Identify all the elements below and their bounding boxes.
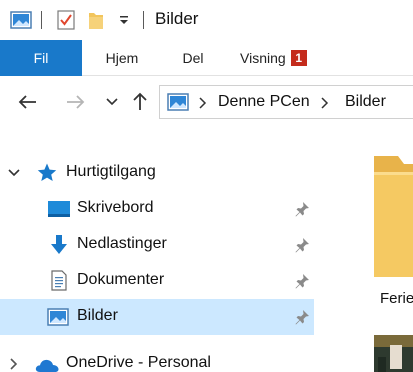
breadcrumb-chevron-right-icon[interactable] — [198, 97, 208, 109]
sidebar-item-label: Hurtigtilgang — [66, 163, 156, 180]
tab-share-label: Del — [182, 50, 204, 66]
tab-home-label: Hjem — [105, 50, 139, 66]
download-icon — [51, 235, 67, 254]
title-separator — [41, 11, 42, 29]
sidebar-item-label: Bilder — [77, 307, 118, 324]
sidebar-item-downloads[interactable]: Nedlastinger — [0, 227, 314, 263]
sidebar-item-documents[interactable]: Dokumenter — [0, 263, 314, 299]
properties-checklist-icon[interactable] — [57, 10, 75, 30]
star-icon — [37, 163, 57, 181]
file-view: Ferie — [318, 130, 413, 372]
window-title: Bilder — [155, 9, 199, 28]
folder-item[interactable] — [368, 152, 413, 312]
forward-arrow-icon[interactable] — [62, 89, 88, 115]
pictures-location-icon — [167, 93, 189, 111]
quick-access-toolbar-dropdown-icon[interactable] — [118, 14, 130, 26]
navigation-pane: Hurtigtilgang Skrivebord Nedlastinger Do… — [0, 130, 318, 372]
title-bar: Bilder — [0, 0, 413, 40]
tab-file[interactable]: Fil — [0, 40, 82, 76]
sidebar-item-label: Skrivebord — [77, 199, 154, 216]
sidebar-item-pictures[interactable]: Bilder — [0, 299, 314, 335]
pin-icon[interactable] — [293, 272, 311, 290]
tab-share[interactable]: Del — [168, 40, 218, 76]
breadcrumb-this-pc[interactable]: Denne PCen — [218, 93, 310, 111]
breadcrumb-pictures[interactable]: Bilder — [345, 93, 386, 111]
sidebar-item-quick-access[interactable]: Hurtigtilgang — [0, 155, 314, 191]
keytip-badge: 1 — [290, 50, 307, 66]
tab-home[interactable]: Hjem — [93, 40, 151, 76]
onedrive-cloud-icon — [35, 359, 59, 372]
image-thumbnail[interactable] — [374, 335, 413, 372]
desktop-icon — [48, 201, 70, 217]
sidebar-item-desktop[interactable]: Skrivebord — [0, 191, 314, 227]
title-separator — [143, 11, 144, 29]
address-bar[interactable]: Denne PCen Bilder — [159, 85, 413, 119]
new-folder-icon[interactable] — [88, 10, 104, 30]
back-arrow-icon[interactable] — [15, 89, 41, 115]
folder-icon — [374, 156, 413, 277]
ribbon-tabs: Fil Hjem Del Visning 1 — [0, 40, 413, 76]
folder-name[interactable]: Ferie — [380, 290, 413, 307]
document-icon — [51, 270, 67, 291]
up-arrow-icon[interactable] — [127, 89, 153, 115]
recent-locations-chevron-down-icon[interactable] — [99, 89, 125, 115]
sidebar-item-onedrive[interactable]: OneDrive - Personal — [0, 346, 314, 372]
pin-icon[interactable] — [293, 200, 311, 218]
sidebar-item-label: Nedlastinger — [77, 235, 167, 252]
tab-view-label: Visning — [240, 50, 286, 66]
tab-view[interactable]: Visning 1 — [240, 40, 324, 76]
chevron-right-icon[interactable] — [7, 357, 21, 371]
breadcrumb-chevron-right-icon[interactable] — [320, 97, 330, 109]
chevron-down-icon[interactable] — [7, 166, 21, 180]
pictures-icon — [47, 308, 69, 326]
pin-icon[interactable] — [293, 308, 311, 326]
sidebar-item-label: OneDrive - Personal — [66, 354, 211, 371]
pin-icon[interactable] — [293, 236, 311, 254]
pictures-window-icon[interactable] — [10, 10, 32, 30]
tab-file-label: Fil — [33, 50, 49, 66]
sidebar-item-label: Dokumenter — [77, 271, 165, 288]
